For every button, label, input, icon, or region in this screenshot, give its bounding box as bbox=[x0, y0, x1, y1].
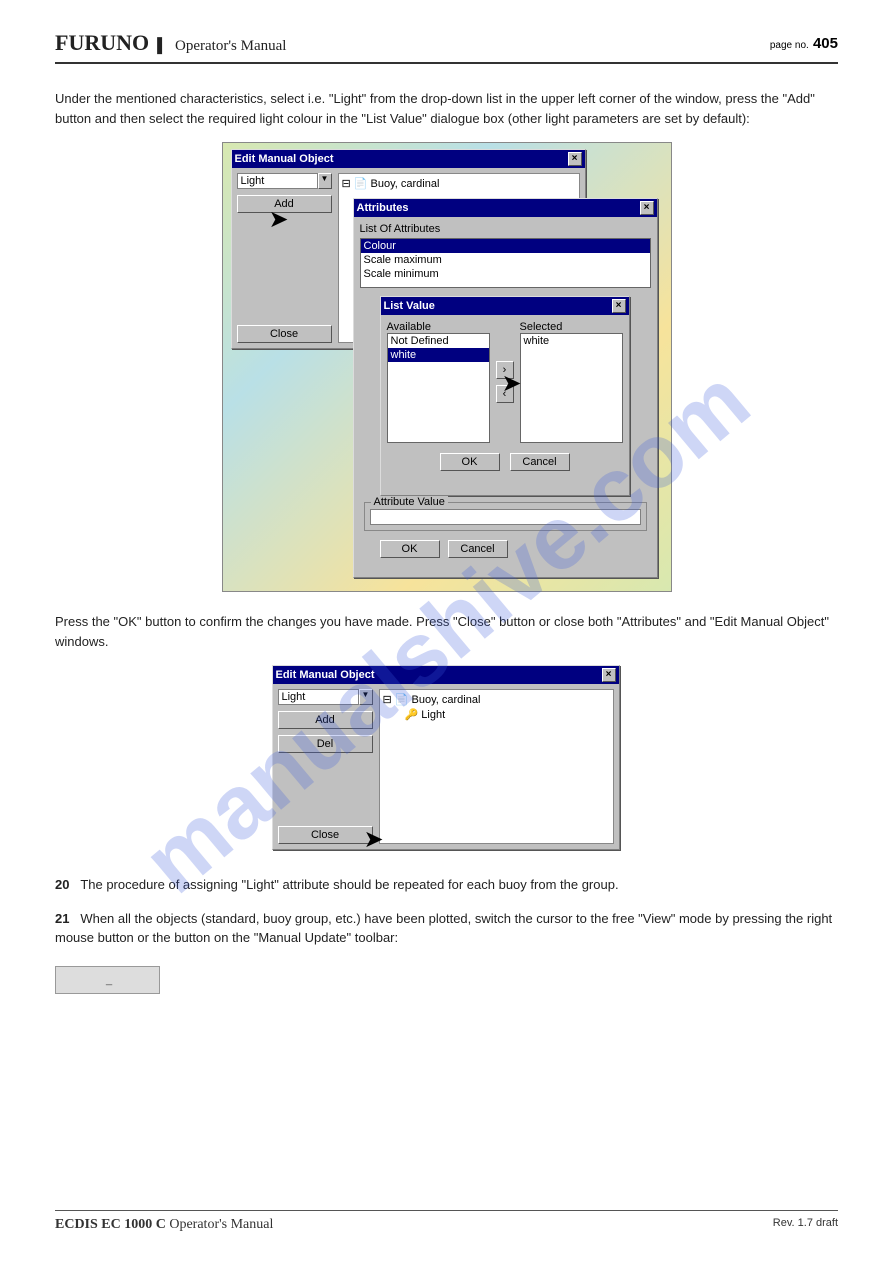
brand: FURUNO bbox=[55, 30, 149, 55]
toolbar-button-image: _ bbox=[55, 966, 160, 994]
list-item[interactable]: white bbox=[521, 334, 622, 348]
window-title: Attributes bbox=[357, 202, 640, 214]
step-text: The procedure of assigning "Light" attri… bbox=[80, 877, 618, 892]
move-left-button[interactable]: ‹ bbox=[496, 385, 514, 403]
step-text: When all the objects (standard, buoy gro… bbox=[55, 911, 832, 946]
footer-doc: Operator's Manual bbox=[166, 1217, 274, 1232]
ok-button[interactable]: OK bbox=[440, 453, 500, 471]
screenshot-1: Edit Manual Object × Light ▼ Add Close ⊟… bbox=[222, 142, 672, 592]
add-button[interactable]: Add bbox=[278, 711, 373, 729]
ok-button[interactable]: OK bbox=[380, 540, 440, 558]
list-item[interactable]: white bbox=[388, 348, 489, 362]
object-type-combo[interactable]: Light ▼ bbox=[278, 689, 373, 705]
combo-value: Light bbox=[278, 689, 359, 705]
attr-list-label: List Of Attributes bbox=[360, 223, 651, 235]
list-item[interactable]: Colour bbox=[361, 239, 650, 253]
chevron-down-icon[interactable]: ▼ bbox=[318, 173, 332, 189]
cancel-button[interactable]: Cancel bbox=[510, 453, 570, 471]
attr-value-label: Attribute Value bbox=[371, 496, 448, 508]
screenshot-2: Edit Manual Object × Light ▼ Add Del Clo… bbox=[272, 665, 622, 855]
close-icon[interactable]: × bbox=[640, 201, 654, 215]
step-number: 20 bbox=[55, 877, 69, 892]
available-label: Available bbox=[387, 321, 490, 333]
list-item[interactable]: Scale minimum bbox=[361, 267, 650, 281]
close-button[interactable]: Close bbox=[278, 826, 373, 844]
move-right-button[interactable]: › bbox=[496, 361, 514, 379]
attributes-listbox[interactable]: Colour Scale maximum Scale minimum bbox=[360, 238, 651, 288]
del-button[interactable]: Del bbox=[278, 735, 373, 753]
instruction-paragraph-2: Press the "OK" button to confirm the cha… bbox=[55, 612, 838, 651]
list-item[interactable]: Not Defined bbox=[388, 334, 489, 348]
footer-product: ECDIS EC 1000 C bbox=[55, 1217, 166, 1232]
close-icon[interactable]: × bbox=[568, 152, 582, 166]
tree-node-icon: ⊟ 📄 bbox=[383, 694, 412, 706]
window-title: Edit Manual Object bbox=[276, 669, 602, 681]
close-icon[interactable]: × bbox=[602, 668, 616, 682]
combo-value: Light bbox=[237, 173, 318, 189]
add-button[interactable]: Add bbox=[237, 195, 332, 213]
window-title: List Value bbox=[384, 300, 612, 312]
chevron-down-icon[interactable]: ▼ bbox=[359, 689, 373, 705]
selected-listbox[interactable]: white bbox=[520, 333, 623, 443]
available-listbox[interactable]: Not Defined white bbox=[387, 333, 490, 443]
close-icon[interactable]: × bbox=[612, 299, 626, 313]
step-21: 21 When all the objects (standard, buoy … bbox=[55, 909, 838, 948]
list-item[interactable]: Scale maximum bbox=[361, 253, 650, 267]
tree-child[interactable]: Light bbox=[421, 709, 445, 721]
tree-root[interactable]: Buoy, cardinal bbox=[412, 694, 481, 706]
cancel-button[interactable]: Cancel bbox=[448, 540, 508, 558]
window-edit-manual-object: Edit Manual Object × Light ▼ Add Del Clo… bbox=[272, 665, 620, 850]
step-number: 21 bbox=[55, 911, 69, 926]
page-number: 405 bbox=[813, 35, 838, 52]
object-tree[interactable]: ⊟ 📄 Buoy, cardinal 🔑 Light bbox=[379, 689, 614, 844]
selected-label: Selected bbox=[520, 321, 623, 333]
instruction-paragraph-1: Under the mentioned characteristics, sel… bbox=[55, 89, 838, 128]
window-title: Edit Manual Object bbox=[235, 153, 568, 165]
footer-revision: Rev. 1.7 draft bbox=[773, 1217, 838, 1229]
window-attributes: Attributes × List Of Attributes Colour S… bbox=[353, 198, 658, 578]
tree-node-icon: 🔑 bbox=[405, 709, 422, 721]
tree-root[interactable]: Buoy, cardinal bbox=[371, 178, 440, 190]
tree-node-icon: ⊟ 📄 bbox=[342, 178, 371, 190]
window-list-value: List Value × Available Not Defined white bbox=[380, 296, 630, 496]
attr-value-field[interactable] bbox=[370, 509, 641, 525]
step-20: 20 The procedure of assigning "Light" at… bbox=[55, 875, 838, 895]
section-name: Operator's Manual bbox=[175, 38, 286, 54]
close-button[interactable]: Close bbox=[237, 325, 332, 343]
page-label: page no. bbox=[770, 40, 809, 51]
object-type-combo[interactable]: Light ▼ bbox=[237, 173, 332, 189]
